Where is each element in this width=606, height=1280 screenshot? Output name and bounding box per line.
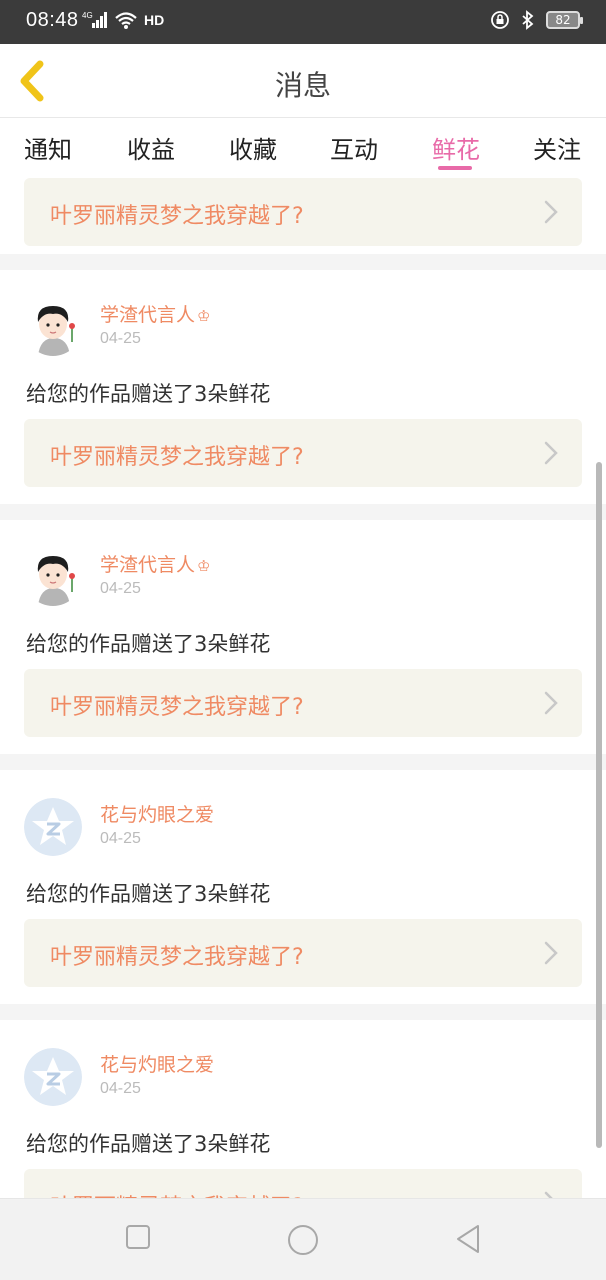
sender-name[interactable]: 学渣代言人 ♔: [100, 300, 210, 327]
avatar[interactable]: [24, 798, 82, 856]
default-star-avatar-icon: [24, 798, 82, 856]
status-bar: 08:48 4G HD 82: [0, 0, 606, 44]
chevron-right-icon: [544, 200, 558, 224]
message-date: 04-25: [100, 1080, 141, 1097]
work-link[interactable]: 叶罗丽精灵梦之我穿越了?: [24, 1169, 582, 1198]
crown-badge-icon: ♔: [197, 557, 211, 575]
work-title: 叶罗丽精灵梦之我穿越了?: [50, 204, 304, 229]
sender-row: 花与灼眼之爱 04-25: [24, 796, 564, 856]
wifi-icon: [115, 12, 137, 29]
svg-text:4G: 4G: [82, 11, 93, 20]
lock-rotation-icon: [491, 11, 509, 29]
work-title: 叶罗丽精灵梦之我穿越了?: [50, 1189, 304, 1198]
message-text: 给您的作品赠送了3朵鲜花: [26, 882, 271, 906]
chevron-right-icon: [544, 691, 558, 715]
chevron-right-icon: [544, 941, 558, 965]
default-star-avatar-icon: [24, 1048, 82, 1106]
hd-indicator: HD: [144, 12, 165, 28]
flower-message-list[interactable]: 叶罗丽精灵梦之我穿越了? 学渣代言人 ♔ 04-25 给您的作品赠送了3朵鲜花 …: [0, 178, 606, 1198]
square-icon: [126, 1225, 150, 1249]
scrollbar[interactable]: [596, 462, 602, 1148]
status-right-icons: 82: [490, 10, 583, 30]
avatar[interactable]: [24, 548, 82, 606]
work-title: 叶罗丽精灵梦之我穿越了?: [50, 695, 304, 720]
tab-flowers[interactable]: 鲜花: [432, 130, 480, 165]
sender-name[interactable]: 花与灼眼之爱: [100, 1050, 214, 1077]
list-item: 学渣代言人 ♔ 04-25 给您的作品赠送了3朵鲜花 叶罗丽精灵梦之我穿越了?: [0, 520, 606, 754]
system-navigation-bar: [0, 1198, 606, 1280]
tab-following[interactable]: 关注: [533, 130, 581, 165]
back-nav-button[interactable]: [454, 1223, 482, 1259]
chevron-right-icon: [544, 441, 558, 465]
crown-badge-icon: ♔: [197, 307, 211, 325]
work-title: 叶罗丽精灵梦之我穿越了?: [50, 445, 304, 470]
tab-interactions[interactable]: 互动: [330, 130, 378, 165]
bluetooth-icon: [522, 10, 534, 30]
sender-name[interactable]: 学渣代言人 ♔: [100, 550, 210, 577]
list-item: 花与灼眼之爱 04-25 给您的作品赠送了3朵鲜花 叶罗丽精灵梦之我穿越了?: [0, 1020, 606, 1198]
tab-earnings[interactable]: 收益: [127, 130, 175, 165]
message-text: 给您的作品赠送了3朵鲜花: [26, 632, 271, 656]
cellular-signal-icon: 4G: [82, 11, 107, 28]
active-tab-indicator: [438, 166, 472, 170]
status-time: 08:48: [26, 9, 79, 31]
tab-notifications[interactable]: 通知: [24, 130, 72, 165]
work-link[interactable]: 叶罗丽精灵梦之我穿越了?: [24, 669, 582, 737]
sender-row: 学渣代言人 ♔ 04-25: [24, 546, 564, 606]
circle-icon: [288, 1225, 318, 1255]
list-item: 花与灼眼之爱 04-25 给您的作品赠送了3朵鲜花 叶罗丽精灵梦之我穿越了?: [0, 770, 606, 1004]
recents-button[interactable]: [124, 1223, 152, 1255]
battery-icon: 82: [546, 11, 583, 29]
cartoon-boy-avatar-icon: [24, 298, 82, 356]
header-bar: 消息: [0, 44, 606, 118]
battery-level: 82: [555, 13, 571, 27]
sender-row: 花与灼眼之爱 04-25: [24, 1046, 564, 1106]
status-left-icons: 4G HD: [82, 10, 164, 30]
triangle-back-icon: [457, 1225, 479, 1253]
avatar[interactable]: [24, 298, 82, 356]
home-button[interactable]: [286, 1223, 320, 1261]
cartoon-boy-avatar-icon: [24, 548, 82, 606]
message-date: 04-25: [100, 830, 141, 847]
tab-favorites[interactable]: 收藏: [229, 130, 277, 165]
avatar[interactable]: [24, 1048, 82, 1106]
message-date: 04-25: [100, 580, 141, 597]
list-item: 叶罗丽精灵梦之我穿越了?: [0, 178, 606, 254]
list-item: 学渣代言人 ♔ 04-25 给您的作品赠送了3朵鲜花 叶罗丽精灵梦之我穿越了?: [0, 270, 606, 504]
tab-bar: 通知 收益 收藏 互动 鲜花 关注: [0, 118, 606, 178]
message-date: 04-25: [100, 330, 141, 347]
work-link[interactable]: 叶罗丽精灵梦之我穿越了?: [24, 178, 582, 246]
message-text: 给您的作品赠送了3朵鲜花: [26, 1132, 271, 1156]
work-title: 叶罗丽精灵梦之我穿越了?: [50, 945, 304, 970]
chevron-right-icon: [544, 1191, 553, 1198]
work-link[interactable]: 叶罗丽精灵梦之我穿越了?: [24, 919, 582, 987]
work-link[interactable]: 叶罗丽精灵梦之我穿越了?: [24, 419, 582, 487]
message-text: 给您的作品赠送了3朵鲜花: [26, 382, 271, 406]
sender-name[interactable]: 花与灼眼之爱: [100, 800, 214, 827]
page-title: 消息: [274, 69, 331, 102]
sender-row: 学渣代言人 ♔ 04-25: [24, 296, 564, 356]
